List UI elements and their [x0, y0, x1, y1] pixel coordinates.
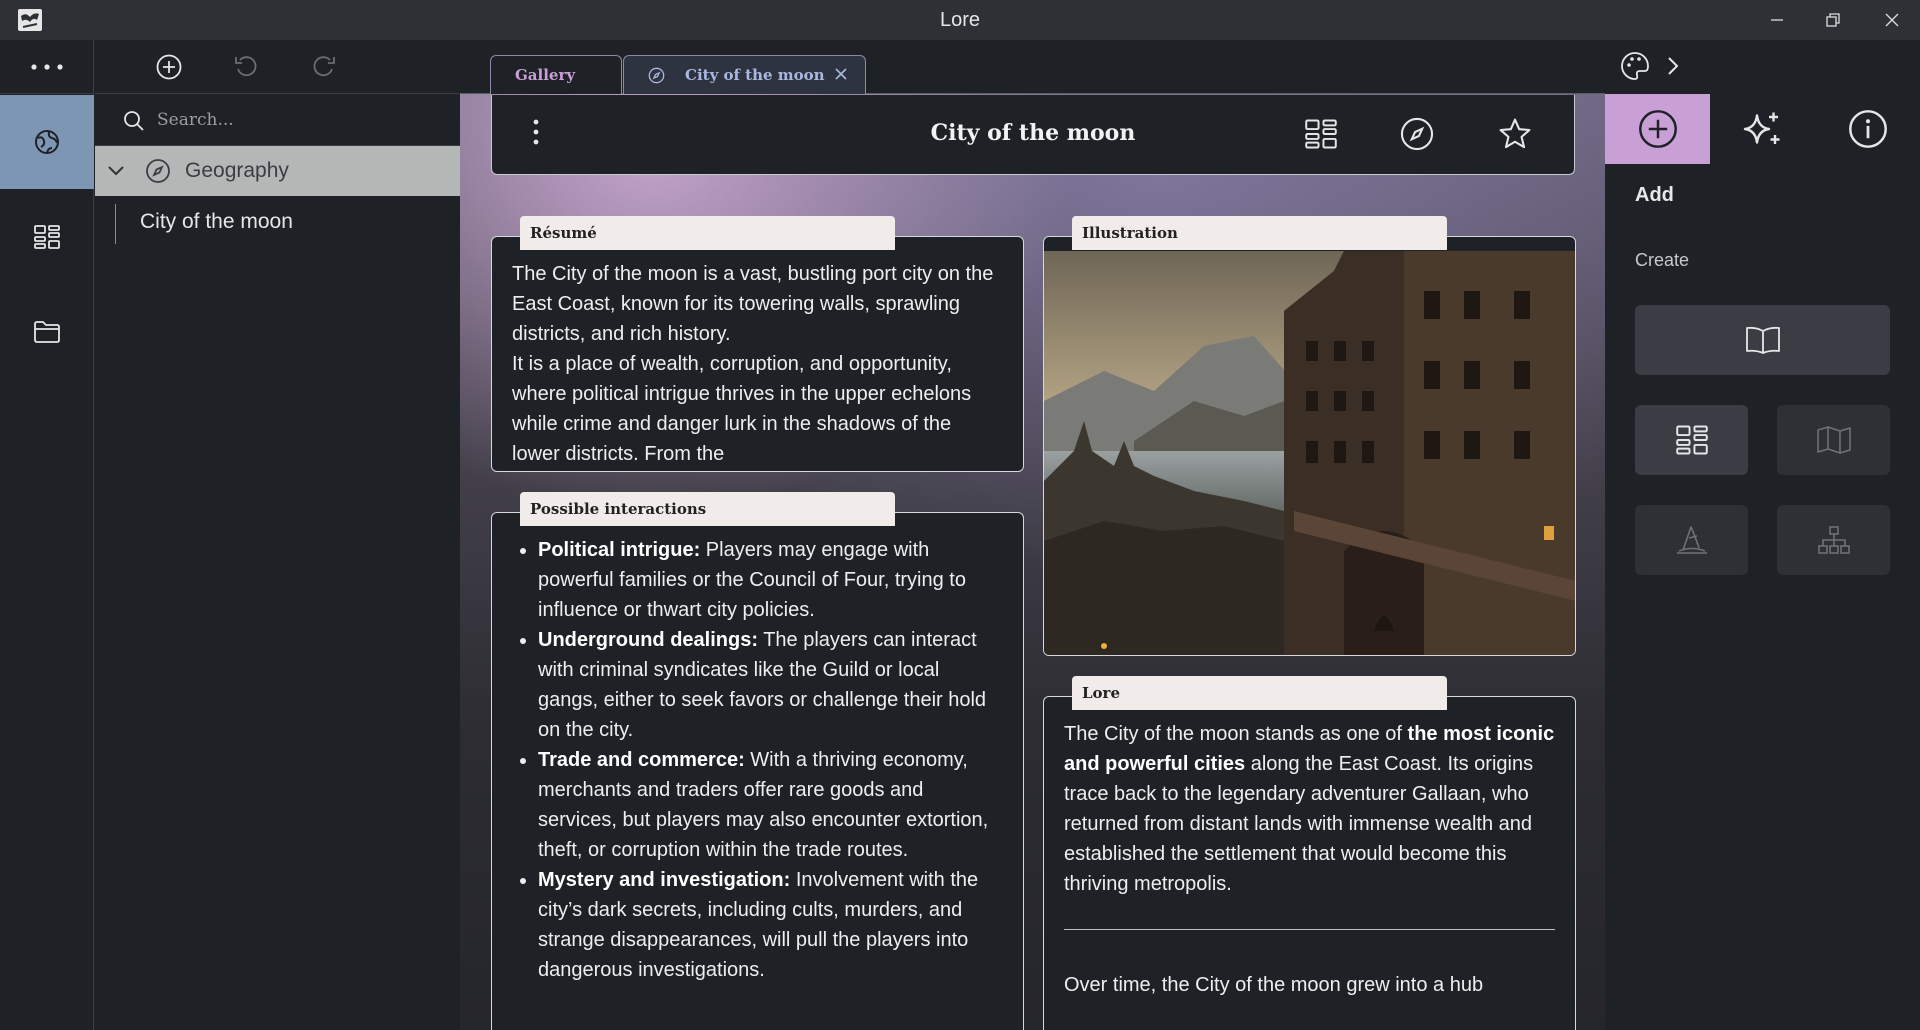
create-character-button[interactable] — [1635, 505, 1748, 575]
info-icon — [1848, 110, 1887, 148]
create-board-button[interactable] — [1635, 405, 1748, 475]
panel-heading: Add — [1635, 184, 1674, 206]
map-icon — [1816, 426, 1851, 454]
lore-paragraph: Over time, the City of the moon grew int… — [1064, 974, 1484, 996]
book-open-icon — [1745, 326, 1780, 354]
list-item: Mystery and investigation: Involvement w… — [538, 865, 1003, 985]
sidebar-toolbar — [95, 40, 460, 94]
document-header: City of the moon — [491, 95, 1575, 175]
compass-icon — [648, 67, 665, 83]
card-label-illustration: Illustration — [1072, 216, 1447, 250]
tab-strip: Gallery City of the moon — [460, 40, 1679, 94]
close-window-button[interactable] — [1864, 0, 1920, 40]
create-map-button[interactable] — [1777, 405, 1890, 475]
chevron-right-icon[interactable] — [1666, 56, 1680, 76]
tree-item-geography[interactable]: Geography — [95, 146, 460, 196]
redo-button[interactable] — [308, 51, 340, 83]
resume-paragraph: It is a place of wealth, corruption, and… — [512, 353, 972, 465]
card-label-interactions: Possible interactions — [520, 492, 895, 526]
add-button[interactable] — [153, 51, 185, 83]
compass-icon — [146, 159, 170, 183]
resume-paragraph: The City of the moon is a vast, bustling… — [512, 263, 994, 345]
tab-label: Gallery — [515, 66, 576, 84]
wizard-hat-icon — [1676, 526, 1707, 554]
list-item: Underground dealings: The players can in… — [538, 625, 1003, 745]
window-title: Lore — [939, 8, 981, 31]
close-icon[interactable] — [835, 68, 847, 80]
illustration-card — [1043, 236, 1576, 656]
folder-icon — [34, 321, 60, 343]
compass-icon — [1400, 117, 1434, 151]
main-content: Gallery City of the moon City of the moo… — [460, 40, 1679, 1030]
resume-card: The City of the moon is a vast, bustling… — [491, 236, 1024, 472]
palette-icon[interactable] — [1620, 51, 1650, 81]
tab-info[interactable] — [1815, 94, 1920, 164]
grid-icon — [1305, 119, 1337, 149]
rail-gallery-button[interactable] — [0, 190, 94, 284]
tab-city-of-the-moon[interactable]: City of the moon — [623, 55, 866, 94]
interactions-card: Political intrigue: Players may engage w… — [491, 512, 1024, 1030]
tree-item-label: Geography — [185, 159, 289, 182]
chevron-down-icon[interactable] — [107, 162, 125, 180]
title-bar: Lore — [0, 0, 1920, 40]
plus-circle-icon — [156, 54, 182, 80]
app-logo-icon — [17, 8, 43, 32]
plus-circle-icon — [1638, 110, 1677, 148]
interactions-list: Political intrigue: Players may engage w… — [512, 535, 1003, 985]
left-rail — [0, 40, 94, 1030]
create-hierarchy-button[interactable] — [1777, 505, 1890, 575]
sparkles-icon — [1743, 112, 1779, 144]
lore-paragraph: The City of the moon stands as one of th… — [1064, 723, 1555, 895]
search-icon — [124, 111, 144, 131]
list-item: Political intrigue: Players may engage w… — [538, 535, 1003, 625]
panel-subheading: Create — [1635, 250, 1690, 270]
more-options-button[interactable] — [0, 40, 94, 94]
create-book-button[interactable] — [1635, 305, 1890, 375]
tab-add[interactable] — [1605, 94, 1710, 164]
grid-icon — [34, 225, 60, 249]
lore-text: The City of the moon stands as one of th… — [1064, 719, 1555, 1000]
resume-text: The City of the moon is a vast, bustling… — [512, 259, 1003, 469]
card-label-resume: Résumé — [520, 216, 895, 250]
city-illustration-image[interactable] — [1044, 251, 1576, 655]
minimize-button[interactable] — [1749, 0, 1805, 40]
star-icon — [1499, 118, 1531, 149]
layout-button[interactable] — [1302, 115, 1340, 153]
restore-button[interactable] — [1805, 0, 1861, 40]
category-button[interactable] — [1398, 115, 1436, 153]
undo-button[interactable] — [230, 51, 262, 83]
search-input[interactable] — [157, 106, 447, 134]
rail-world-button[interactable] — [0, 95, 94, 189]
right-panel: Add Create — [1605, 94, 1920, 1030]
grid-icon — [1675, 425, 1708, 455]
tree-item-city-of-the-moon[interactable]: City of the moon — [115, 204, 293, 244]
search-bar — [95, 94, 460, 146]
hierarchy-icon — [1817, 526, 1850, 554]
divider — [1064, 929, 1555, 930]
globe-icon — [35, 130, 59, 154]
tab-ai-generate[interactable] — [1710, 94, 1815, 164]
undo-icon — [235, 56, 257, 77]
favorite-button[interactable] — [1496, 115, 1534, 153]
lore-card: The City of the moon stands as one of th… — [1043, 696, 1576, 1030]
sidebar: Geography City of the moon — [95, 40, 460, 1030]
tab-gallery[interactable]: Gallery — [490, 55, 622, 94]
tab-label: City of the moon — [685, 66, 825, 84]
list-item: Trade and commerce: With a thriving econ… — [538, 745, 1003, 865]
card-label-lore: Lore — [1072, 676, 1447, 710]
rail-files-button[interactable] — [0, 285, 94, 379]
redo-icon — [313, 56, 335, 77]
kebab-menu-icon[interactable] — [532, 119, 540, 145]
